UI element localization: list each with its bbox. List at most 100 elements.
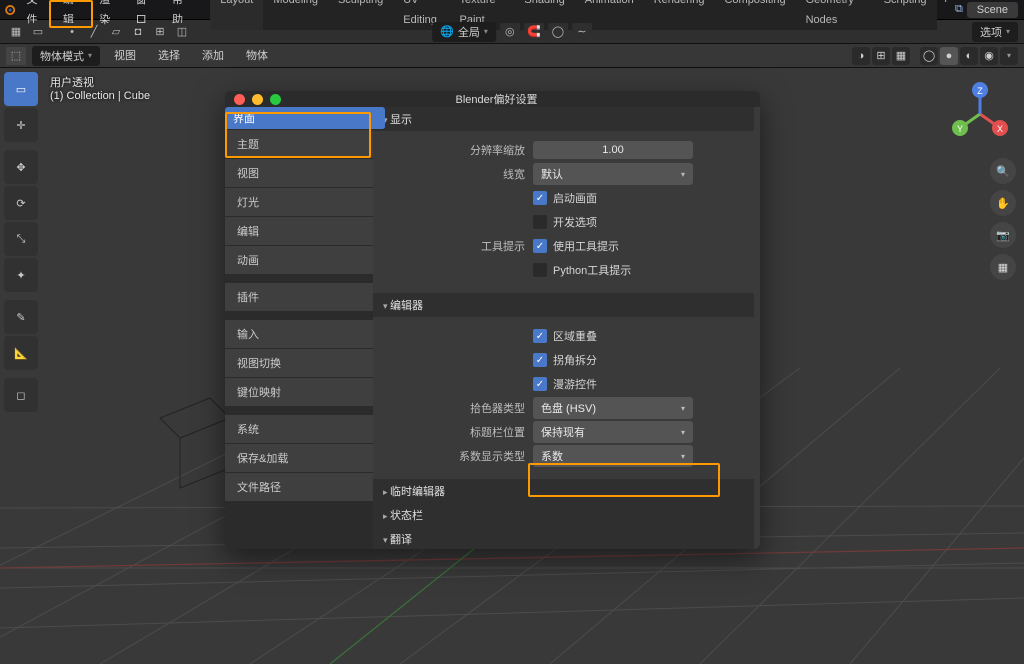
select-mode-icon[interactable]: ◫ (172, 23, 192, 41)
nav-interface[interactable]: 界面 (225, 107, 385, 130)
shading-solid-icon[interactable]: ● (940, 47, 958, 65)
tool-sidebar: ▭ ✛ ✥ ⟳ ⤡ ✦ ✎ 📐 ◻ (4, 72, 38, 412)
nav-saveload[interactable]: 保存&加载 (225, 444, 373, 473)
nav-system[interactable]: 系统 (225, 415, 373, 444)
tool-preset-icon[interactable]: ▭ (28, 23, 48, 41)
prefs-content[interactable]: 显示 分辨率缩放 1.00 线宽 默认▾ ✓启动画面 开发选项 工具提示 ✓使用… (373, 107, 760, 549)
check-nav-controls[interactable]: ✓漫游控件 (533, 376, 750, 392)
xray-icon[interactable]: ▦ (892, 47, 910, 65)
shading-render-icon[interactable]: ◉ (980, 47, 998, 65)
tool-measure[interactable]: 📐 (4, 336, 38, 370)
select-mode-icon[interactable]: ◘ (128, 23, 148, 41)
viewport-hud: 用户透视 (1) Collection | Cube (50, 74, 150, 102)
panel-editors-header[interactable]: 编辑器 (373, 293, 754, 317)
workspace-tab[interactable]: Sculpting (328, 0, 393, 30)
menu-viewport-view[interactable]: 视图 (106, 46, 144, 66)
select-mode-icon[interactable]: ⊞ (150, 23, 170, 41)
workspace-tab[interactable]: Layout (210, 0, 263, 30)
shading-wire-icon[interactable]: ◯ (920, 47, 938, 65)
panel-display-header[interactable]: 显示 (373, 107, 754, 131)
viewport-nav-buttons: 🔍 ✋ 📷 ▦ (990, 158, 1016, 280)
mac-traffic-lights[interactable] (225, 94, 281, 105)
select-mode-icon[interactable]: • (62, 23, 82, 41)
field-factor-display[interactable]: 系数▾ (533, 445, 693, 467)
tool-cursor[interactable]: ✛ (4, 108, 38, 142)
check-use-tooltips[interactable]: ✓使用工具提示 (533, 238, 750, 254)
maximize-icon[interactable] (270, 94, 281, 105)
check-dev-extras[interactable]: 开发选项 (533, 214, 750, 230)
scene-icon: ⧉ (955, 3, 963, 16)
shading-options-icon[interactable]: ▾ (1000, 47, 1018, 65)
nav-addons[interactable]: 插件 (225, 283, 373, 312)
top-menu-bar: 文件 编辑 渲染 窗口 帮助 Layout Modeling Sculpting… (0, 0, 1024, 20)
workspace-tab[interactable]: Geometry Nodes (796, 0, 874, 30)
workspace-tab[interactable]: Compositing (714, 0, 795, 30)
check-python-tooltips[interactable]: Python工具提示 (533, 262, 750, 278)
hud-persp: 用户透视 (50, 74, 150, 90)
viewport-header: ⬚ 物体模式▾ 视图 选择 添加 物体 ◑ ⊞ ▦ ◯ ● ◐ ◉ ▾ (0, 44, 1024, 68)
check-splash[interactable]: ✓启动画面 (533, 190, 750, 206)
close-icon[interactable] (234, 94, 245, 105)
camera-view-icon[interactable]: 📷 (990, 222, 1016, 248)
snap-icon[interactable]: 🧲 (524, 23, 544, 41)
mode-selector[interactable]: 物体模式▾ (32, 46, 100, 66)
label-color-picker: 拾色器类型 (377, 400, 533, 416)
tool-annotate[interactable]: ✎ (4, 300, 38, 334)
tool-move[interactable]: ✥ (4, 150, 38, 184)
overlay-icon[interactable]: ◑ (852, 47, 870, 65)
proportional-icon[interactable]: ◯ (548, 23, 568, 41)
svg-text:Z: Z (977, 86, 983, 96)
nav-themes[interactable]: 主题 (225, 130, 373, 159)
editor-type-icon[interactable]: ⬚ (6, 47, 26, 65)
nav-editing[interactable]: 编辑 (225, 217, 373, 246)
workspace-tab[interactable]: Modeling (263, 0, 328, 30)
workspace-tab[interactable]: Scripting (874, 0, 937, 30)
zoom-icon[interactable]: 🔍 (990, 158, 1016, 184)
panel-temp-header[interactable]: 临时编辑器 (373, 479, 754, 503)
prefs-title: Blender偏好设置 (281, 91, 760, 107)
menu-viewport-select[interactable]: 选择 (150, 46, 188, 66)
tool-select-box[interactable]: ▭ (4, 72, 38, 106)
tool-preset-icon[interactable]: ▦ (6, 23, 26, 41)
select-mode-icon[interactable]: ╱ (84, 23, 104, 41)
select-mode-icon[interactable]: ▱ (106, 23, 126, 41)
menu-viewport-object[interactable]: 物体 (238, 46, 276, 66)
nav-input[interactable]: 输入 (225, 320, 373, 349)
workspace-add-button[interactable]: + (937, 0, 955, 30)
workspace-tab[interactable]: Rendering (644, 0, 715, 30)
check-region-overlap[interactable]: ✓区域重叠 (533, 328, 750, 344)
prefs-titlebar[interactable]: Blender偏好设置 (225, 91, 760, 107)
minimize-icon[interactable] (252, 94, 263, 105)
menu-viewport-add[interactable]: 添加 (194, 46, 232, 66)
nav-navigation[interactable]: 视图切换 (225, 349, 373, 378)
tool-rotate[interactable]: ⟳ (4, 186, 38, 220)
pivot-icon[interactable]: ◎ (500, 23, 520, 41)
persp-ortho-icon[interactable]: ▦ (990, 254, 1016, 280)
orientation-selector[interactable]: 🌐 全局▾ (432, 22, 496, 42)
nav-filepaths[interactable]: 文件路径 (225, 473, 373, 502)
tool-add-cube[interactable]: ◻ (4, 378, 38, 412)
panel-translation-header[interactable]: 翻译 (373, 527, 754, 549)
label-tooltips: 工具提示 (377, 238, 533, 254)
check-corner-split[interactable]: ✓拐角拆分 (533, 352, 750, 368)
field-line-width[interactable]: 默认▾ (533, 163, 693, 185)
field-header-pos[interactable]: 保持现有▾ (533, 421, 693, 443)
panel-status-header[interactable]: 状态栏 (373, 503, 754, 527)
label-factor-display: 系数显示类型 (377, 448, 533, 464)
curve-icon[interactable]: ∼ (572, 23, 592, 41)
nav-lights[interactable]: 灯光 (225, 188, 373, 217)
nav-animation[interactable]: 动画 (225, 246, 373, 275)
nav-viewport[interactable]: 视图 (225, 159, 373, 188)
navigation-gizmo[interactable]: X Y Z (948, 82, 1012, 146)
nav-keymap[interactable]: 键位映射 (225, 378, 373, 407)
tool-transform[interactable]: ✦ (4, 258, 38, 292)
pan-icon[interactable]: ✋ (990, 190, 1016, 216)
field-color-picker[interactable]: 色盘 (HSV)▾ (533, 397, 693, 419)
shading-matprev-icon[interactable]: ◐ (960, 47, 978, 65)
overlay-icon[interactable]: ⊞ (872, 47, 890, 65)
scene-selector[interactable]: Scene (967, 2, 1018, 18)
field-res-scale[interactable]: 1.00 (533, 141, 693, 159)
prefs-nav: 界面 主题 视图 灯光 编辑 动画 插件 输入 视图切换 键位映射 系统 保存&… (225, 107, 373, 549)
options-dropdown[interactable]: 选项▾ (972, 22, 1018, 42)
tool-scale[interactable]: ⤡ (4, 222, 38, 256)
